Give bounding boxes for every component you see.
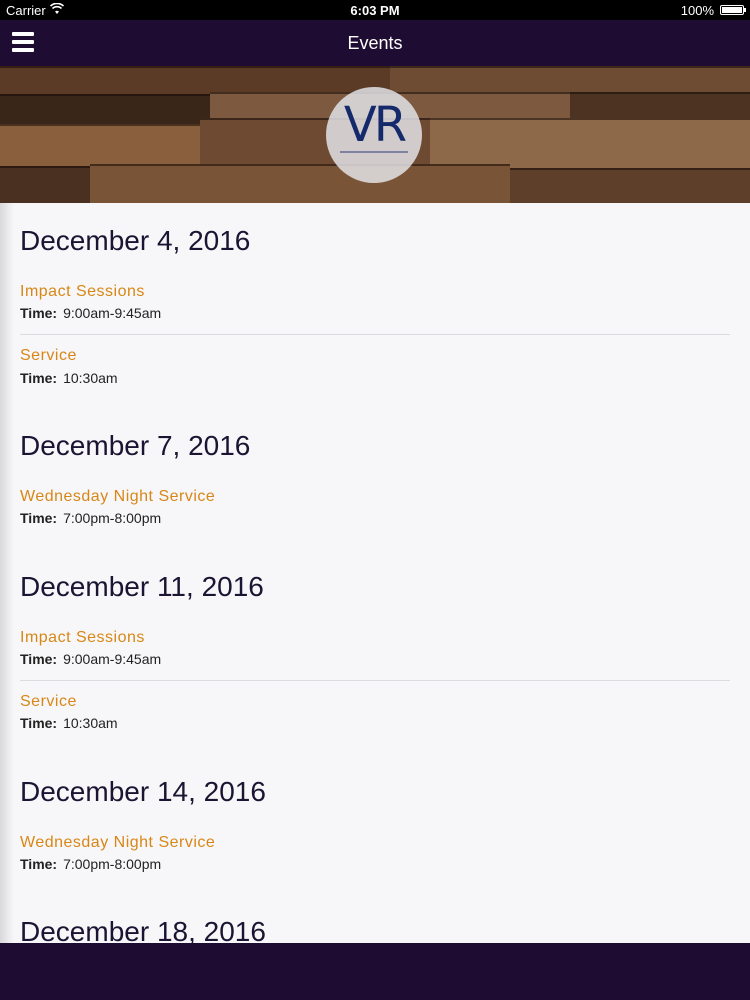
event-title[interactable]: Wednesday Night Service (20, 488, 215, 506)
event-title[interactable]: Wednesday Night Service (20, 834, 215, 852)
time-value: 7:00pm-8:00pm (63, 856, 162, 872)
event-title[interactable]: Service (20, 347, 77, 365)
event-time: Time: 7:00pm-8:00pm (20, 510, 161, 526)
battery-icon (720, 5, 746, 15)
time-label: Time: (20, 651, 58, 667)
battery-percent: 100% (680, 3, 714, 18)
time-label: Time: (20, 715, 58, 731)
status-time: 6:03 PM (350, 3, 400, 18)
events-list[interactable]: December 4, 2016 Impact Sessions Time: 9:… (0, 203, 750, 943)
date-heading: December 14, 2016 (20, 776, 266, 807)
event-title[interactable]: Impact Sessions (20, 283, 145, 301)
time-label: Time: (20, 370, 58, 386)
event-time: Time: 7:00pm-8:00pm (20, 856, 161, 872)
time-value: 7:00pm-8:00pm (63, 510, 162, 526)
time-value: 9:00am-9:45am (63, 305, 162, 321)
divider (20, 680, 730, 681)
divider (20, 334, 730, 335)
event-title[interactable]: Impact Sessions (20, 629, 145, 647)
logo-tagline-mark (340, 151, 408, 153)
time-label: Time: (20, 305, 58, 321)
page-title: Events (347, 33, 403, 53)
event-title[interactable]: Service (20, 693, 77, 711)
date-heading: December 11, 2016 (20, 571, 264, 602)
event-time: Time: 9:00am-9:45am (20, 305, 161, 321)
event-time: Time: 9:00am-9:45am (20, 651, 161, 667)
nav-bar: Events (0, 20, 750, 66)
time-value: 10:30am (63, 370, 118, 386)
date-heading: December 7, 2016 (20, 430, 251, 461)
event-time: Time: 10:30am (20, 370, 118, 386)
time-value: 10:30am (63, 715, 118, 731)
date-heading: December 18, 2016 (20, 916, 266, 943)
header-banner: VR (0, 66, 750, 203)
bottom-bar (0, 943, 750, 1000)
date-heading: December 4, 2016 (20, 225, 251, 256)
time-label: Time: (20, 510, 58, 526)
event-time: Time: 10:30am (20, 715, 118, 731)
church-logo: VR (326, 87, 422, 183)
time-label: Time: (20, 856, 58, 872)
logo-text: VR (343, 97, 407, 153)
time-value: 9:00am-9:45am (63, 651, 162, 667)
status-bar: Carrier 6:03 PM 100% (0, 0, 750, 20)
